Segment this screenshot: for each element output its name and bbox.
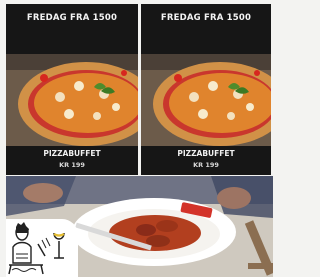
promo-label: PIZZABUFFET: [177, 149, 235, 158]
promo-price: KR 199: [59, 161, 85, 169]
food-photo: [6, 176, 273, 277]
restaurant-badge: [6, 219, 78, 277]
promo-card-1[interactable]: FREDAG FRA 1500 PIZZABUFFET KR 199: [6, 4, 138, 175]
promo-price: KR 199: [193, 161, 219, 169]
promo-card-2[interactable]: FREDAG FRA 1500 PIZZABUFFET KR 199: [141, 4, 271, 175]
promo-title: FREDAG FRA 1500: [26, 13, 118, 23]
pizza-photo: [6, 54, 138, 146]
pizza-photo: [141, 54, 271, 146]
restaurant-icon: [8, 222, 65, 275]
promo-title: FREDAG FRA 1500: [160, 13, 252, 23]
promo-label: PIZZABUFFET: [43, 149, 101, 158]
